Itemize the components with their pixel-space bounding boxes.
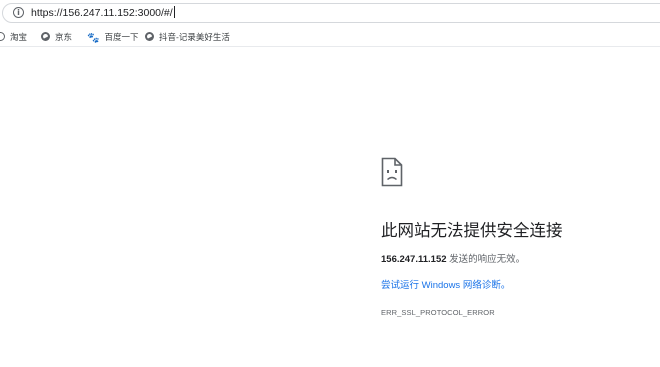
bookmark-label: 淘宝	[10, 32, 28, 42]
error-code: ERR_SSL_PROTOCOL_ERROR	[381, 308, 495, 317]
bookmarks-bar: 淘宝 京东 🐾 百度一下 抖音-记录美好生活	[0, 27, 660, 47]
bookmark-label: 京东	[55, 32, 73, 42]
bookmark-baidu[interactable]: 🐾 百度一下	[87, 30, 138, 44]
error-description: 156.247.11.152 发送的响应无效。	[381, 253, 525, 267]
globe-icon	[41, 32, 50, 41]
bookmark-douyin[interactable]: 抖音-记录美好生活	[145, 30, 230, 44]
baidu-paw-icon: 🐾	[87, 33, 100, 44]
bookmark-jd[interactable]: 京东	[41, 30, 72, 44]
bookmark-label: 百度一下	[104, 32, 139, 42]
text-caret	[173, 6, 175, 18]
error-host: 156.247.11.152	[381, 254, 447, 265]
address-bar[interactable]: i https://156.247.11.152:3000/#/	[2, 3, 660, 23]
error-description-text: 发送的响应无效。	[446, 254, 526, 265]
info-icon[interactable]: i	[13, 7, 24, 18]
taobao-icon	[0, 32, 5, 41]
bookmark-label: 抖音-记录美好生活	[159, 32, 230, 42]
network-diagnostics-link[interactable]: 尝试运行 Windows 网络诊断。	[381, 279, 510, 293]
globe-icon	[145, 32, 154, 41]
sad-document-icon	[381, 157, 403, 187]
bookmark-taobao[interactable]: 淘宝	[0, 30, 27, 44]
address-bar-row: i https://156.247.11.152:3000/#/	[0, 0, 660, 26]
error-title: 此网站无法提供安全连接	[381, 222, 563, 240]
url-text[interactable]: https://156.247.11.152:3000/#/	[31, 6, 175, 20]
